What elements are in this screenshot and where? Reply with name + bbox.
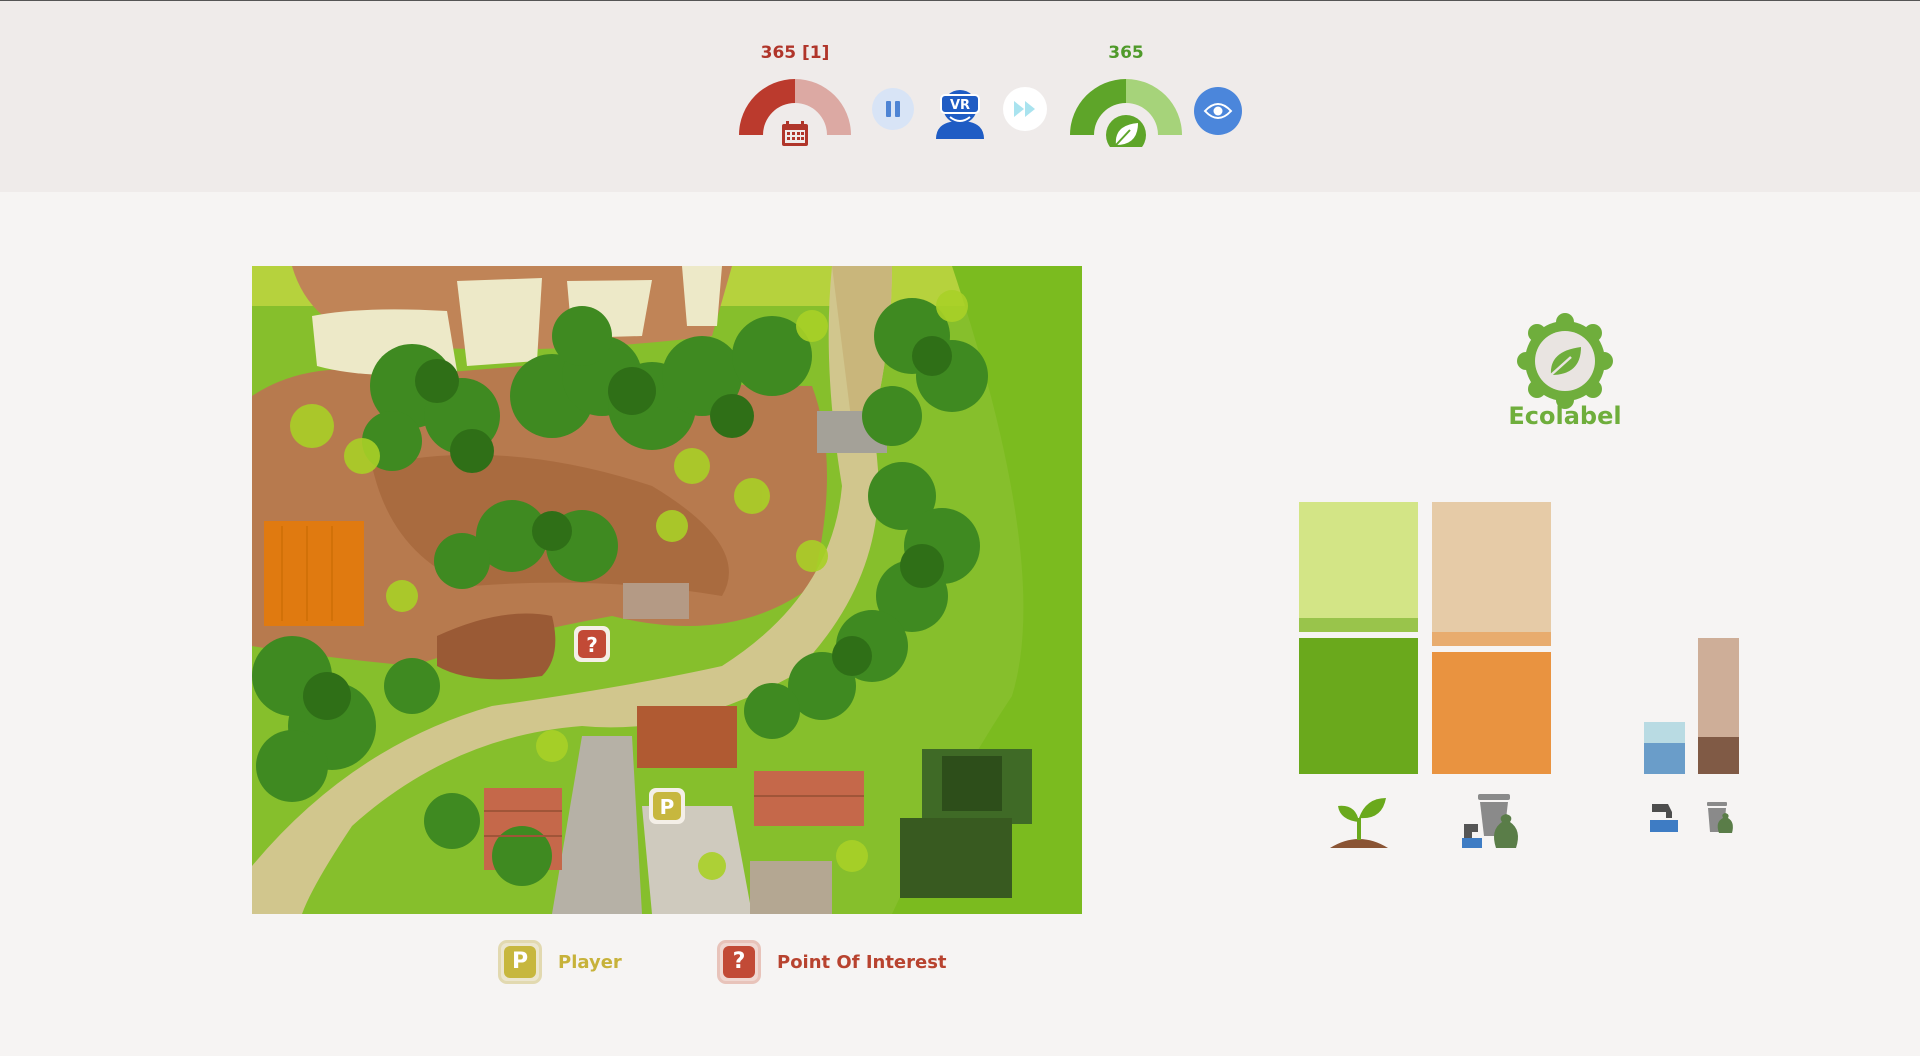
waste-icon [1460, 790, 1524, 850]
ecolabel-badge [1517, 313, 1613, 409]
waste-bar-marker [1432, 631, 1551, 646]
player-marker[interactable]: P [649, 788, 685, 824]
poi-marker[interactable]: ? [574, 626, 610, 662]
vr-label: VR [950, 98, 970, 113]
days-gauge-arc [739, 79, 851, 147]
fast-forward-icon [1014, 101, 1035, 117]
waste-bar-empty [1432, 502, 1551, 646]
player-badge-icon: P [498, 940, 542, 984]
eco-gauge: 365 [1064, 43, 1188, 153]
days-counter: 365 [1] [760, 43, 830, 63]
plant-bar [1299, 502, 1418, 774]
svg-text:?: ? [586, 633, 598, 657]
days-gauge: 365 [1] [733, 43, 857, 153]
vr-headset-icon: VR [936, 90, 984, 139]
view-button[interactable] [1194, 87, 1242, 135]
farm-map-illustration: ? P [252, 266, 1082, 914]
legend-poi: ? Point Of Interest [717, 940, 947, 984]
leaf-badge-icon [1517, 313, 1613, 409]
legend-player: P Player [498, 940, 622, 984]
vr-player-button[interactable]: VR [930, 81, 990, 141]
water-bar [1644, 722, 1685, 774]
water-bar-fill [1644, 742, 1685, 774]
pause-icon [886, 101, 900, 117]
waste-bar-fill [1432, 651, 1551, 774]
fast-forward-button[interactable] [1003, 87, 1047, 131]
poi-badge-icon: ? [717, 940, 761, 984]
trash-bar [1698, 638, 1739, 774]
trash-bar-empty [1698, 638, 1739, 738]
sprout-icon [1326, 792, 1392, 850]
legend-poi-label: Point Of Interest [777, 951, 947, 973]
pause-button[interactable] [872, 88, 914, 130]
top-bar: 365 [1] VR 365 [0, 0, 1920, 192]
plant-bar-empty [1299, 502, 1418, 632]
eco-gauge-arc [1070, 79, 1182, 147]
calendar-icon [777, 117, 813, 147]
leaf-icon [1106, 115, 1146, 147]
svg-text:P: P [660, 795, 675, 819]
farm-map[interactable]: ? P [252, 266, 1082, 914]
plant-bar-fill [1299, 638, 1418, 774]
trash-bar-fill [1698, 737, 1739, 774]
waste-bar [1432, 502, 1551, 774]
ecolabel-label: Ecolabel [1508, 402, 1622, 430]
trash-icon [1703, 800, 1735, 834]
eye-icon [1203, 103, 1233, 119]
legend-player-label: Player [558, 951, 622, 973]
water-bar-empty [1644, 722, 1685, 743]
water-tap-icon [1648, 800, 1680, 834]
plant-bar-marker [1299, 618, 1418, 632]
eco-counter: 365 [1108, 43, 1144, 63]
